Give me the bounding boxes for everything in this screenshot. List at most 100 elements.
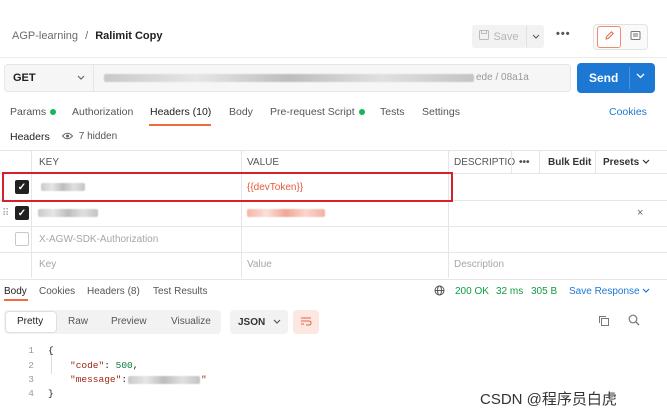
response-tab-cookies[interactable]: Cookies [39,286,75,297]
active-tab-indicator [4,299,28,301]
method-select[interactable]: GET [4,64,94,92]
tab-authorization[interactable]: Authorization [72,106,133,118]
response-time[interactable]: 32 ms [496,286,523,297]
url-text-redacted [104,74,474,82]
presets-dropdown[interactable]: Presets [603,157,650,168]
response-tab-body[interactable]: Body [4,286,27,297]
hidden-headers-toggle[interactable]: 7 hidden [61,131,118,142]
column-description: DESCRIPTIO [454,157,516,168]
json-value-message-redacted [128,376,200,384]
chevron-down-icon [636,70,645,82]
json-close-brace: } [48,388,54,399]
new-value-input[interactable]: Value [247,259,272,270]
save-icon [479,30,490,43]
save-response-dropdown[interactable]: Save Response [569,286,650,297]
column-divider [539,150,540,174]
json-key-message: "message" [70,374,122,385]
breadcrumb: AGP-learning / Ralimit Copy [12,30,162,42]
response-divider [0,279,667,280]
response-tab-headers[interactable]: Headers (8) [87,286,140,297]
copy-icon[interactable] [598,315,610,330]
format-label: JSON [238,316,266,328]
json-line-message: "message": [70,374,128,385]
hidden-count: 7 hidden [78,131,118,142]
json-open-brace: { [48,345,54,356]
column-divider [448,150,449,278]
line-number: 1 [28,345,34,356]
chevron-down-icon [642,286,650,297]
response-status[interactable]: 200 OK [455,286,489,297]
wrap-lines-button[interactable] [293,310,319,334]
view-preview[interactable]: Preview [111,316,147,327]
pencil-icon [604,30,615,44]
response-tab-test-results[interactable]: Test Results [153,286,207,297]
highlight-annotation [2,172,453,202]
line-number: 3 [28,374,34,385]
breadcrumb-collection[interactable]: AGP-learning [12,30,78,42]
breadcrumb-separator: / [85,30,89,42]
presets-label: Presets [603,157,640,168]
view-raw[interactable]: Raw [68,316,88,327]
drag-handle-icon[interactable]: ⠿ [2,208,9,219]
column-divider [31,150,32,278]
header-row-2-value-redacted[interactable] [247,209,325,217]
cookies-link[interactable]: Cookies [609,106,647,118]
send-divider [629,67,630,89]
column-value: VALUE [247,157,280,168]
save-button[interactable]: Save [472,25,526,48]
header-row-3-key[interactable]: X-AGW-SDK-Authorization [39,234,158,245]
tab-settings[interactable]: Settings [422,106,460,118]
column-divider [241,150,242,278]
search-icon[interactable] [628,314,640,329]
tab-body[interactable]: Body [229,106,253,118]
line-number: 4 [28,388,34,399]
json-line-code: "code": 500, [70,360,139,371]
json-value-code: 500 [115,360,133,371]
tab-params-label: Params [10,106,47,118]
json-key-code: "code" [70,360,105,371]
header-row-3-checkbox[interactable] [15,232,29,246]
tab-prerequest-label: Pre-request Script [270,106,355,118]
new-description-input[interactable]: Description [454,259,504,270]
chevron-down-icon [77,72,85,84]
save-response-label: Save Response [569,286,640,297]
response-headers-label: Headers (8) [87,286,140,297]
delete-row-icon[interactable]: × [637,207,643,219]
headers-section-title: Headers [10,131,50,143]
view-pretty[interactable]: Pretty [17,316,43,327]
chevron-down-icon [642,157,650,168]
documentation-button[interactable] [624,26,646,48]
response-size[interactable]: 305 B [531,286,557,297]
header-row-2-checkbox[interactable]: ✓ [15,206,29,220]
tab-tests[interactable]: Tests [380,106,405,118]
column-divider [595,150,596,174]
column-options-button[interactable]: ••• [519,157,530,168]
row-divider [0,226,667,227]
tab-params[interactable]: Params [10,106,57,118]
tab-headers[interactable]: Headers (10) [150,106,211,118]
watermark: CSDN @程序员白虎 [480,391,617,408]
format-select[interactable]: JSON [230,310,288,334]
view-visualize[interactable]: Visualize [171,316,211,327]
breadcrumb-request[interactable]: Ralimit Copy [95,30,162,42]
bulk-edit-button[interactable]: Bulk Edit [548,157,591,168]
status-dot [50,109,57,116]
send-options-button[interactable] [636,70,645,82]
line-number: 2 [28,360,34,371]
url-tail: ede / 08a1a [476,72,529,83]
chevron-down-icon [273,317,281,328]
edit-mode-button[interactable] [597,26,621,48]
send-label: Send [589,71,619,85]
globe-icon[interactable] [434,285,445,299]
save-label: Save [493,30,519,43]
column-key: KEY [39,157,60,168]
new-key-input[interactable]: Key [39,259,56,270]
document-icon [630,30,641,44]
json-value-message-tail: " [201,374,207,385]
header-row-2-key-redacted[interactable] [38,209,98,217]
row-divider [0,252,667,253]
tab-prerequest-script[interactable]: Pre-request Script [270,106,365,118]
eye-icon [61,131,76,142]
save-options-button[interactable] [526,25,544,48]
more-options-button[interactable]: ••• [556,28,571,40]
